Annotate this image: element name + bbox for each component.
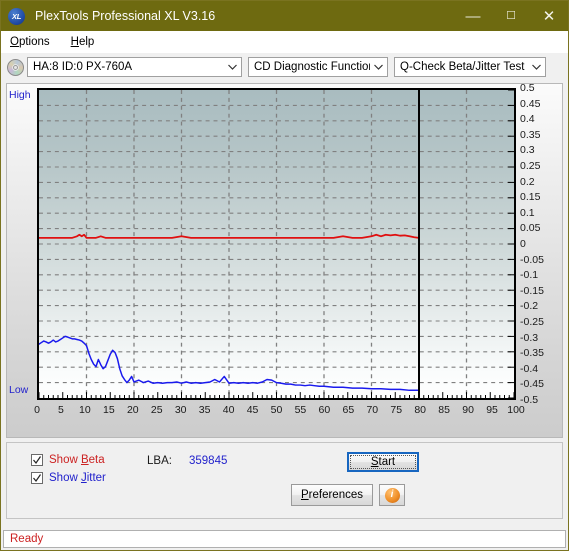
show-beta-checkbox[interactable] — [31, 454, 43, 466]
x-tick-label: 70 — [366, 404, 379, 416]
info-icon: i — [384, 487, 400, 503]
drive-select[interactable]: HA:8 ID:0 PX-760A — [27, 57, 242, 77]
x-tick-label: 0 — [34, 404, 40, 416]
x-tick-label: 45 — [246, 404, 259, 416]
y-axis-tick-labels: 0.5 0.45 0.4 0.35 0.3 0.25 0.2 0.15 0.1 0.05 0 -0.0… — [520, 82, 568, 406]
x-tick-label: 55 — [294, 404, 307, 416]
test-select[interactable]: Q-Check Beta/Jitter Test — [394, 57, 546, 77]
preferences-button-label: Preferences — [300, 489, 363, 501]
title-bar: XL PlexTools Professional XL V3.16 — ☐ ✕ — [1, 1, 568, 31]
x-tick-label: 5 — [58, 404, 64, 416]
beta-jitter-plot — [39, 90, 514, 398]
chevron-down-icon[interactable] — [528, 58, 545, 76]
y-tick-label: 0.3 — [520, 144, 535, 157]
x-tick-label: 25 — [150, 404, 163, 416]
y-tick-label: -0.1 — [520, 269, 539, 282]
y-tick-label: 0.05 — [520, 222, 541, 235]
x-tick-label: 85 — [438, 404, 450, 416]
maximize-icon[interactable]: ☐ — [492, 1, 530, 31]
preferences-button[interactable]: Preferences — [291, 484, 373, 506]
status-bar: Ready — [3, 530, 566, 548]
x-tick-label: 100 — [507, 404, 525, 416]
y-tick-label: 0.35 — [520, 128, 541, 141]
info-button[interactable]: i — [379, 484, 405, 506]
window-controls: — ☐ ✕ — [454, 1, 568, 31]
x-tick-label: 60 — [318, 404, 331, 416]
y-tick-label: -0.4 — [520, 362, 539, 375]
disc-icon — [7, 58, 24, 76]
control-panel: Show Beta Show Jitter LBA: 359845 Start … — [6, 442, 563, 519]
start-button-label: Start — [370, 456, 396, 468]
x-tick-label: 40 — [222, 404, 235, 416]
y-tick-label: -0.2 — [520, 300, 539, 313]
y-tick-label: -0.05 — [520, 253, 544, 266]
chevron-down-icon[interactable] — [224, 58, 241, 76]
axis-label-high: High — [9, 89, 31, 101]
x-tick-label: 50 — [270, 404, 283, 416]
show-jitter-checkbox[interactable] — [31, 472, 43, 484]
window-title: PlexTools Professional XL V3.16 — [35, 9, 216, 23]
plot-wrapper — [37, 88, 516, 400]
toolbar: HA:8 ID:0 PX-760A CD Diagnostic Function… — [1, 53, 568, 81]
menu-item-help[interactable]: Help — [69, 35, 97, 49]
y-tick-label: 0.25 — [520, 160, 541, 172]
x-tick-label: 75 — [390, 404, 403, 416]
plot-area — [37, 88, 516, 400]
menu-item-options[interactable]: Options — [8, 35, 52, 49]
y-tick-label: -0.35 — [520, 347, 544, 360]
function-select[interactable]: CD Diagnostic Functions — [248, 57, 388, 77]
drive-select-value: HA:8 ID:0 PX-760A — [33, 61, 133, 73]
chart-panel: High Low 0.5 0.45 0.4 0.35 0.3 0.25 0.2 0.15 0.1… — [6, 82, 563, 438]
y-tick-label: 0 — [520, 238, 526, 250]
x-tick-label: 90 — [462, 404, 474, 416]
app-icon: XL — [8, 7, 25, 25]
lba-value: 359845 — [189, 455, 228, 467]
minimize-icon[interactable]: — — [454, 1, 492, 31]
x-tick-label: 30 — [174, 404, 187, 416]
x-tick-label: 35 — [198, 404, 211, 416]
y-tick-label: -0.15 — [520, 284, 544, 297]
menu-item-help-rest: elp — [78, 35, 95, 48]
test-select-value: Q-Check Beta/Jitter Test — [400, 61, 525, 73]
axis-label-low: Low — [9, 384, 29, 396]
y-tick-label: 0.2 — [520, 175, 535, 188]
close-icon[interactable]: ✕ — [530, 1, 568, 31]
x-tick-label: 80 — [414, 404, 427, 416]
y-tick-label: -0.45 — [520, 378, 544, 391]
y-tick-label: 0.1 — [520, 206, 535, 219]
chevron-down-icon[interactable] — [370, 58, 387, 76]
y-tick-label: 0.15 — [520, 191, 541, 204]
function-select-value: CD Diagnostic Functions — [254, 61, 370, 73]
menu-bar: Options Help — [1, 31, 568, 53]
y-tick-label: 0.45 — [520, 97, 541, 110]
show-beta-label: Show Beta — [49, 454, 105, 466]
x-tick-label: 65 — [342, 404, 355, 416]
x-tick-label: 15 — [103, 404, 115, 416]
x-axis-tick-labels: 0 5 10 15 20 25 30 35 40 45 50 55 60 65 70 75 80 85 90 95 10… — [34, 404, 525, 420]
x-tick-label: 95 — [486, 404, 498, 416]
show-jitter-label: Show Jitter — [49, 472, 106, 484]
y-tick-label: -0.25 — [520, 316, 544, 328]
x-tick-label: 20 — [126, 404, 139, 416]
status-text: Ready — [10, 533, 44, 545]
show-jitter-row[interactable]: Show Jitter — [31, 472, 106, 484]
y-tick-label: 0.4 — [520, 113, 535, 126]
menu-item-options-rest: ptions — [18, 35, 50, 48]
x-tick-label: 10 — [79, 404, 91, 416]
start-button[interactable]: Start — [347, 452, 419, 472]
app-window: XL PlexTools Professional XL V3.16 — ☐ ✕… — [0, 0, 569, 551]
y-tick-label: 0.5 — [520, 82, 535, 94]
lba-label: LBA: — [147, 455, 172, 467]
show-beta-row[interactable]: Show Beta — [31, 454, 105, 466]
y-tick-label: -0.3 — [520, 331, 539, 344]
